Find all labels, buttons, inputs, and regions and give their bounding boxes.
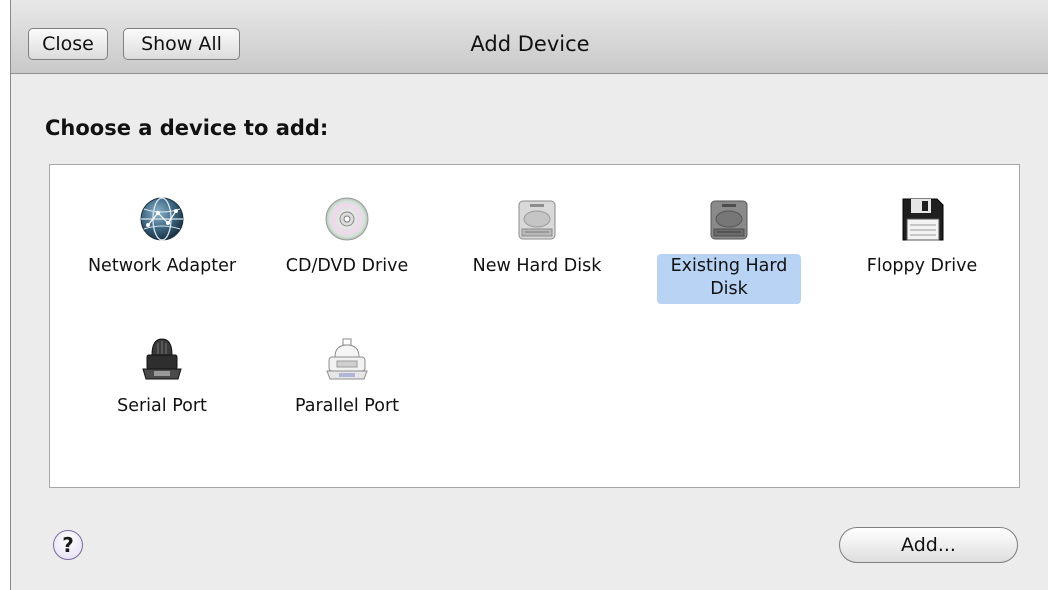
prompt-heading: Choose a device to add: xyxy=(45,116,329,140)
device-label: Existing Hard Disk xyxy=(657,254,801,304)
device-label: Serial Port xyxy=(117,396,207,416)
device-label: Floppy Drive xyxy=(866,256,978,276)
window-title: Add Device xyxy=(470,32,590,56)
device-label: Parallel Port xyxy=(294,396,400,416)
device-existing-hard-disk[interactable]: Existing Hard Disk xyxy=(644,195,814,304)
help-button[interactable]: ? xyxy=(53,530,83,560)
device-floppy-drive[interactable]: Floppy Drive xyxy=(837,195,1007,281)
add-device-window: Close Show All Add Device Choose a devic… xyxy=(10,0,1048,590)
add-button[interactable]: Add... xyxy=(839,527,1018,563)
title-bar: Close Show All Add Device xyxy=(11,0,1048,74)
network-globe-icon xyxy=(140,197,184,241)
device-new-hard-disk[interactable]: New Hard Disk xyxy=(452,195,622,281)
device-label: New Hard Disk xyxy=(472,256,602,276)
device-network-adapter[interactable]: Network Adapter xyxy=(77,195,247,281)
parallel-port-icon xyxy=(326,338,368,380)
cd-dvd-disc-icon xyxy=(325,197,369,241)
serial-port-icon xyxy=(142,338,182,380)
device-parallel-port[interactable]: Parallel Port xyxy=(262,335,432,421)
device-cd-dvd-drive[interactable]: CD/DVD Drive xyxy=(262,195,432,281)
device-label: Network Adapter xyxy=(87,256,237,276)
device-list: Network Adapter CD/DVD Drive New Hard Di… xyxy=(49,164,1020,488)
device-serial-port[interactable]: Serial Port xyxy=(77,335,247,421)
hard-disk-dark-icon xyxy=(710,200,748,240)
floppy-disk-icon xyxy=(902,198,944,241)
hard-disk-icon xyxy=(518,200,556,240)
device-label: CD/DVD Drive xyxy=(285,256,409,276)
